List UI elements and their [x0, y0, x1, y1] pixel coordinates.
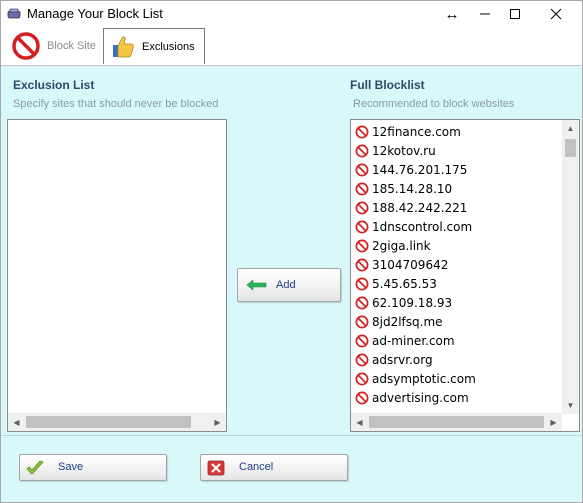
blocklist-item[interactable]: 5.45.65.53	[351, 274, 561, 293]
blocklist-item-text: advertising.com	[372, 390, 469, 405]
manage-block-list-window: Manage Your Block List ↔ Block Site Excl…	[0, 0, 583, 503]
blocklist-item[interactable]: ad-miner.com	[351, 331, 561, 350]
exclusions-panel: Exclusion List Specify sites that should…	[1, 66, 582, 435]
scrollbar-thumb[interactable]	[565, 139, 576, 157]
blocklist-item-text: ad-miner.com	[372, 333, 455, 348]
scroll-left-icon[interactable]: ◀	[8, 414, 25, 431]
blocklist-item[interactable]: 188.42.242.221	[351, 198, 561, 217]
cancel-button-label: Cancel	[239, 461, 274, 473]
blocklist-item[interactable]: 12kotov.ru	[351, 141, 561, 160]
blocklist-item[interactable]: 3104709642	[351, 255, 561, 274]
blocked-icon	[355, 258, 369, 272]
blocklist-item-text: 2giga.link	[372, 238, 431, 253]
minimize-icon	[480, 13, 490, 15]
scrollbar-thumb[interactable]	[26, 416, 191, 428]
blocklist-subtitle: Recommended to block websites	[353, 98, 515, 110]
blocklist-item-text: 185.14.28.10	[372, 181, 453, 196]
tab-label: Exclusions	[142, 40, 195, 53]
blocklist-item-text: 3104709642	[372, 257, 449, 272]
app-icon	[7, 7, 21, 19]
blocked-icon	[355, 182, 369, 196]
blocklist-item[interactable]: 144.76.201.175	[351, 160, 561, 179]
add-button[interactable]: Add	[237, 268, 341, 302]
scroll-down-icon[interactable]: ▼	[562, 397, 579, 414]
blocklist-title: Full Blocklist	[350, 78, 425, 92]
save-button-label: Save	[58, 461, 84, 473]
blocklist-item[interactable]: 2giga.link	[351, 236, 561, 255]
blocklist-listbox[interactable]: 12finance.com 12kotov.ru 144.76.201.175 185…	[350, 119, 580, 432]
blocklist-items: 12finance.com 12kotov.ru 144.76.201.175 185…	[351, 122, 561, 407]
close-icon	[550, 8, 562, 20]
blocked-icon	[355, 372, 369, 386]
blocklist-item-text: adsrvr.org	[372, 352, 433, 367]
maximize-icon	[510, 9, 520, 19]
blocklist-item-text: 144.76.201.175	[372, 162, 468, 177]
scroll-up-icon[interactable]: ▲	[562, 120, 579, 137]
blocklist-item-text: 8jd2lfsq.me	[372, 314, 443, 329]
blocklist-item-text: 188.42.242.221	[372, 200, 468, 215]
blocked-icon	[355, 391, 369, 405]
tab-exclusions[interactable]: Exclusions	[103, 28, 205, 64]
blocklist-item[interactable]: 8jd2lfsq.me	[351, 312, 561, 331]
scroll-right-icon[interactable]: ▶	[545, 414, 562, 431]
window-title: Manage Your Block List	[27, 6, 163, 21]
blocklist-item-text: 1dnscontrol.com	[372, 219, 473, 234]
blocklist-item[interactable]: 185.14.28.10	[351, 179, 561, 198]
blocklist-item-text: 12finance.com	[372, 124, 461, 139]
tab-label: Block Site	[47, 40, 96, 52]
add-button-label: Add	[276, 279, 296, 291]
horizontal-scrollbar[interactable]: ◀ ▶	[351, 413, 562, 431]
blocked-icon	[355, 334, 369, 348]
blocklist-item[interactable]: 12finance.com	[351, 122, 561, 141]
arrow-left-icon	[246, 279, 268, 294]
no-entry-icon	[11, 31, 41, 61]
tab-strip: Block Site Exclusions	[1, 27, 582, 66]
resize-icon[interactable]: ↔	[434, 1, 470, 27]
tab-block-site[interactable]: Block Site	[5, 29, 101, 63]
blocklist-item-text: adsymptotic.com	[372, 371, 476, 386]
save-button[interactable]: Save	[19, 454, 167, 481]
exclusion-list-title: Exclusion List	[13, 78, 95, 92]
blocked-icon	[355, 220, 369, 234]
checkmark-icon	[26, 460, 44, 479]
blocked-icon	[355, 296, 369, 310]
blocked-icon	[355, 277, 369, 291]
blocklist-item[interactable]: adsrvr.org	[351, 350, 561, 369]
blocklist-item[interactable]: advertising.com	[351, 388, 561, 407]
blocked-icon	[355, 163, 369, 177]
title-bar: Manage Your Block List ↔	[1, 1, 582, 27]
blocked-icon	[355, 125, 369, 139]
cancel-button[interactable]: Cancel	[200, 454, 348, 481]
scroll-left-icon[interactable]: ◀	[351, 414, 368, 431]
blocked-icon	[355, 353, 369, 367]
blocklist-item-text: 5.45.65.53	[372, 276, 437, 291]
cancel-x-icon	[207, 460, 225, 479]
blocked-icon	[355, 315, 369, 329]
blocklist-item-text: 62.109.18.93	[372, 295, 453, 310]
vertical-scrollbar[interactable]: ▲ ▼	[562, 120, 579, 414]
horizontal-scrollbar[interactable]: ◀ ▶	[8, 413, 226, 431]
blocked-icon	[355, 239, 369, 253]
exclusion-list-subtitle: Specify sites that should never be block…	[13, 98, 219, 110]
maximize-button[interactable]	[497, 1, 533, 27]
scrollbar-thumb[interactable]	[369, 416, 544, 428]
exclusion-listbox[interactable]: ◀ ▶	[7, 119, 227, 432]
blocklist-item[interactable]: 1dnscontrol.com	[351, 217, 561, 236]
thumbs-up-icon	[110, 34, 136, 60]
close-button[interactable]	[538, 1, 574, 27]
blocklist-item-text: 12kotov.ru	[372, 143, 436, 158]
blocked-icon	[355, 201, 369, 215]
scroll-right-icon[interactable]: ▶	[209, 414, 226, 431]
blocked-icon	[355, 144, 369, 158]
blocklist-item[interactable]: 62.109.18.93	[351, 293, 561, 312]
blocklist-item[interactable]: adsymptotic.com	[351, 369, 561, 388]
